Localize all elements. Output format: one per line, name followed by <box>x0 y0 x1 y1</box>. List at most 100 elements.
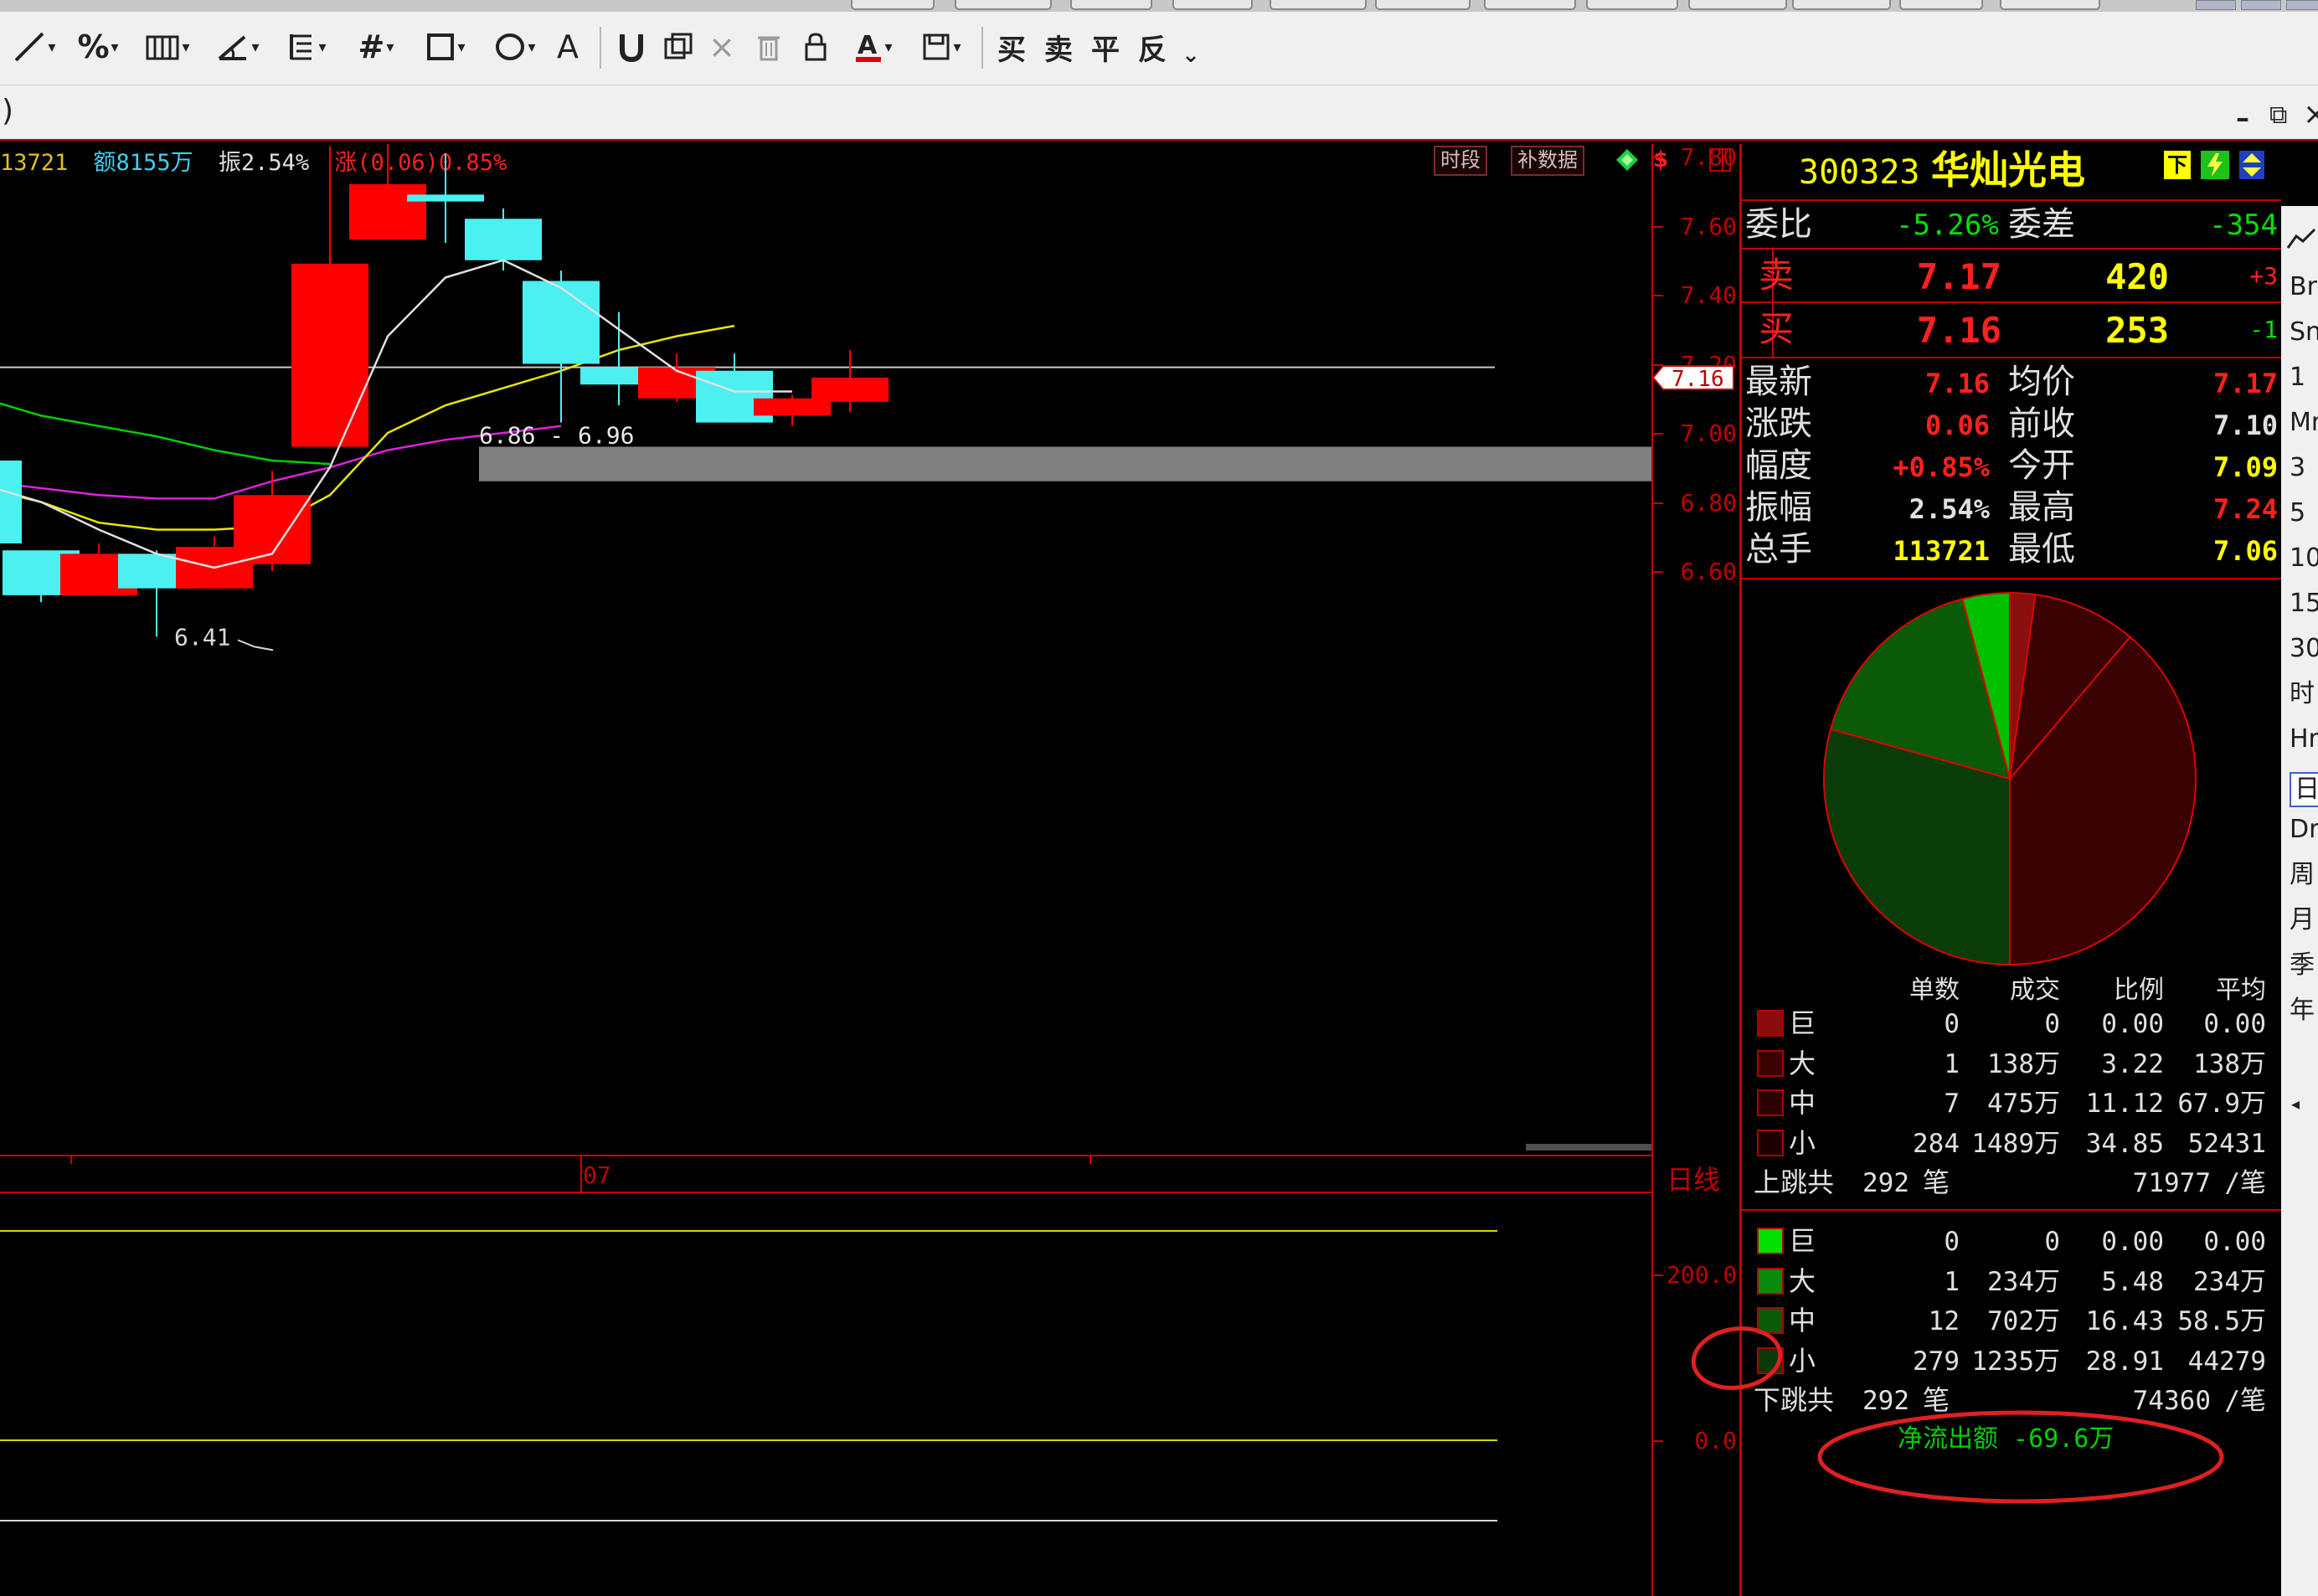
top-button[interactable] <box>1899 0 1983 10</box>
text-tool-icon[interactable]: A <box>551 25 585 69</box>
sell-label: 卖 <box>1759 255 1795 296</box>
sell-button[interactable]: 卖 <box>1040 25 1077 69</box>
quote-value: 113721 <box>1893 535 1990 567</box>
candlestick-chart[interactable]: 7.886.416.86 - 6.9607日线 <box>0 144 1651 1596</box>
sidebar-item-period[interactable]: 3 <box>2290 456 2305 481</box>
grid-tool-icon[interactable]: # ▾ <box>345 25 407 69</box>
top-button[interactable] <box>1375 0 1471 10</box>
top-button[interactable] <box>1270 0 1367 10</box>
quote-label: 最高 <box>2008 488 2075 527</box>
fund-flow-pie <box>1823 591 2197 966</box>
sidebar-item-period[interactable]: Br <box>2290 275 2317 300</box>
flow-color-swatch <box>1757 1010 1784 1037</box>
candle-body <box>523 281 600 364</box>
text-color-tool-icon[interactable]: A ▾ <box>847 25 899 69</box>
buy-button[interactable]: 买 <box>993 25 1030 69</box>
rectangle-tool-icon[interactable]: ▾ <box>414 25 477 69</box>
angle-tool-icon[interactable]: ▾ <box>208 25 268 69</box>
top-button[interactable] <box>1484 0 1576 10</box>
quote-label: 涨跌 <box>1745 404 1812 443</box>
percent-tool-icon[interactable]: % ▾ <box>69 25 127 69</box>
next-stock-icon[interactable]: 下 <box>2164 151 2191 179</box>
sidebar-item-period[interactable]: 日 <box>2290 772 2318 807</box>
sidebar-item-period[interactable]: 季 <box>2290 953 2315 978</box>
sidebar-item-period[interactable]: 5 <box>2290 501 2305 526</box>
down-per-trade: 74360 <box>2132 1386 2211 1416</box>
close-position-button[interactable]: 平 <box>1087 25 1124 69</box>
collapse-arrow-icon[interactable]: ◂ <box>2291 1094 2300 1114</box>
y-tick <box>1651 157 1663 158</box>
quote-label: 前收 <box>2008 404 2075 443</box>
window-close-button[interactable] <box>2286 0 2318 10</box>
y-tick <box>1651 1274 1663 1276</box>
quote-label: 今开 <box>2008 446 2075 485</box>
lock-tool-icon[interactable] <box>799 25 832 69</box>
sidebar-item-period[interactable]: Sn <box>2290 320 2318 345</box>
flow-color-swatch <box>1757 1129 1784 1156</box>
window-maximize-button[interactable] <box>2241 0 2281 10</box>
ma-green-line <box>0 402 331 466</box>
fib-tool-icon[interactable]: ▾ <box>276 25 337 69</box>
magnet-tool-icon[interactable] <box>613 25 650 69</box>
close-icon[interactable]: × <box>2303 97 2318 131</box>
top-button[interactable] <box>1172 0 1253 10</box>
flow-cell: 279 <box>1913 1346 1960 1377</box>
ruler-tool-icon[interactable]: ▾ <box>136 25 199 69</box>
top-button[interactable] <box>1688 0 1787 10</box>
flow-cell: 52431 <box>2187 1128 2266 1159</box>
ellipse-tool-icon[interactable]: ▾ <box>484 25 546 69</box>
sidebar-item-period[interactable]: 1 <box>2290 365 2305 390</box>
close-tool-icon[interactable]: × <box>705 25 739 69</box>
sidebar-item-period[interactable]: 月 <box>2290 908 2315 933</box>
top-button[interactable] <box>851 0 935 10</box>
delete-tool-icon[interactable] <box>752 25 786 69</box>
candle-body <box>465 219 542 260</box>
flow-color-swatch <box>1757 1307 1784 1334</box>
current-price-tag: 7.16 <box>1653 364 1737 392</box>
chart-title-row: ) – ⧉ × <box>0 85 2318 141</box>
flow-cell: 58.5万 <box>2177 1306 2266 1336</box>
sidebar-item-period[interactable]: 年 <box>2290 998 2315 1023</box>
sidebar-item-period[interactable]: Dr <box>2290 817 2318 842</box>
flow-header: 平均 <box>2216 976 2266 1005</box>
y-tick <box>1651 571 1663 573</box>
window-minimize-button[interactable] <box>2196 0 2236 10</box>
top-button[interactable] <box>1070 0 1152 10</box>
minimize-icon[interactable]: – <box>2236 102 2249 134</box>
flash-icon[interactable] <box>2201 151 2229 179</box>
y-tick <box>1651 295 1663 296</box>
top-button[interactable] <box>955 0 1052 10</box>
trend-icon[interactable] <box>2286 226 2316 251</box>
sidebar-item-period[interactable]: 时 <box>2290 682 2315 707</box>
y-tick-label: 6.80 <box>1680 488 1737 517</box>
restore-icon[interactable]: ⧉ <box>2269 100 2287 130</box>
toolbar-separator <box>981 27 983 69</box>
reverse-button[interactable]: 反 <box>1134 25 1171 69</box>
flow-cell: 1 <box>1944 1048 1960 1079</box>
y-tick-label: 7.80 <box>1680 143 1737 171</box>
buy-volume: 253 <box>2105 310 2169 351</box>
line-tool-icon[interactable]: ▾ <box>5 25 64 69</box>
candle-body <box>0 461 22 543</box>
copy-tool-icon[interactable] <box>660 25 697 69</box>
sidebar-item-period[interactable]: Mn <box>2290 410 2318 435</box>
flow-color-swatch <box>1757 1049 1784 1077</box>
weibi-value: -5.26% <box>1896 209 1999 242</box>
sidebar-item-period[interactable]: Hr <box>2290 727 2318 752</box>
trade-dropdown-icon[interactable]: ⌄ <box>1176 33 1206 77</box>
sort-icon[interactable] <box>2239 151 2264 179</box>
top-button[interactable] <box>1792 0 1891 10</box>
flow-cell: 234万 <box>2193 1266 2266 1297</box>
top-button[interactable] <box>2000 0 2100 10</box>
weicha-value: -354 <box>2209 209 2278 242</box>
y-tick <box>1651 433 1663 435</box>
flow-cell: 284 <box>1913 1128 1960 1159</box>
save-tool-icon[interactable]: ▾ <box>911 25 971 69</box>
sell-volume: 420 <box>2105 256 2169 297</box>
sidebar-item-period[interactable]: 30 <box>2290 636 2318 662</box>
sidebar-item-period[interactable]: 15 <box>2290 591 2318 616</box>
svg-text:A: A <box>858 31 878 60</box>
top-button[interactable] <box>1586 0 1678 10</box>
sidebar-item-period[interactable]: 周 <box>2290 862 2315 888</box>
sidebar-item-period[interactable]: 10 <box>2290 546 2318 571</box>
